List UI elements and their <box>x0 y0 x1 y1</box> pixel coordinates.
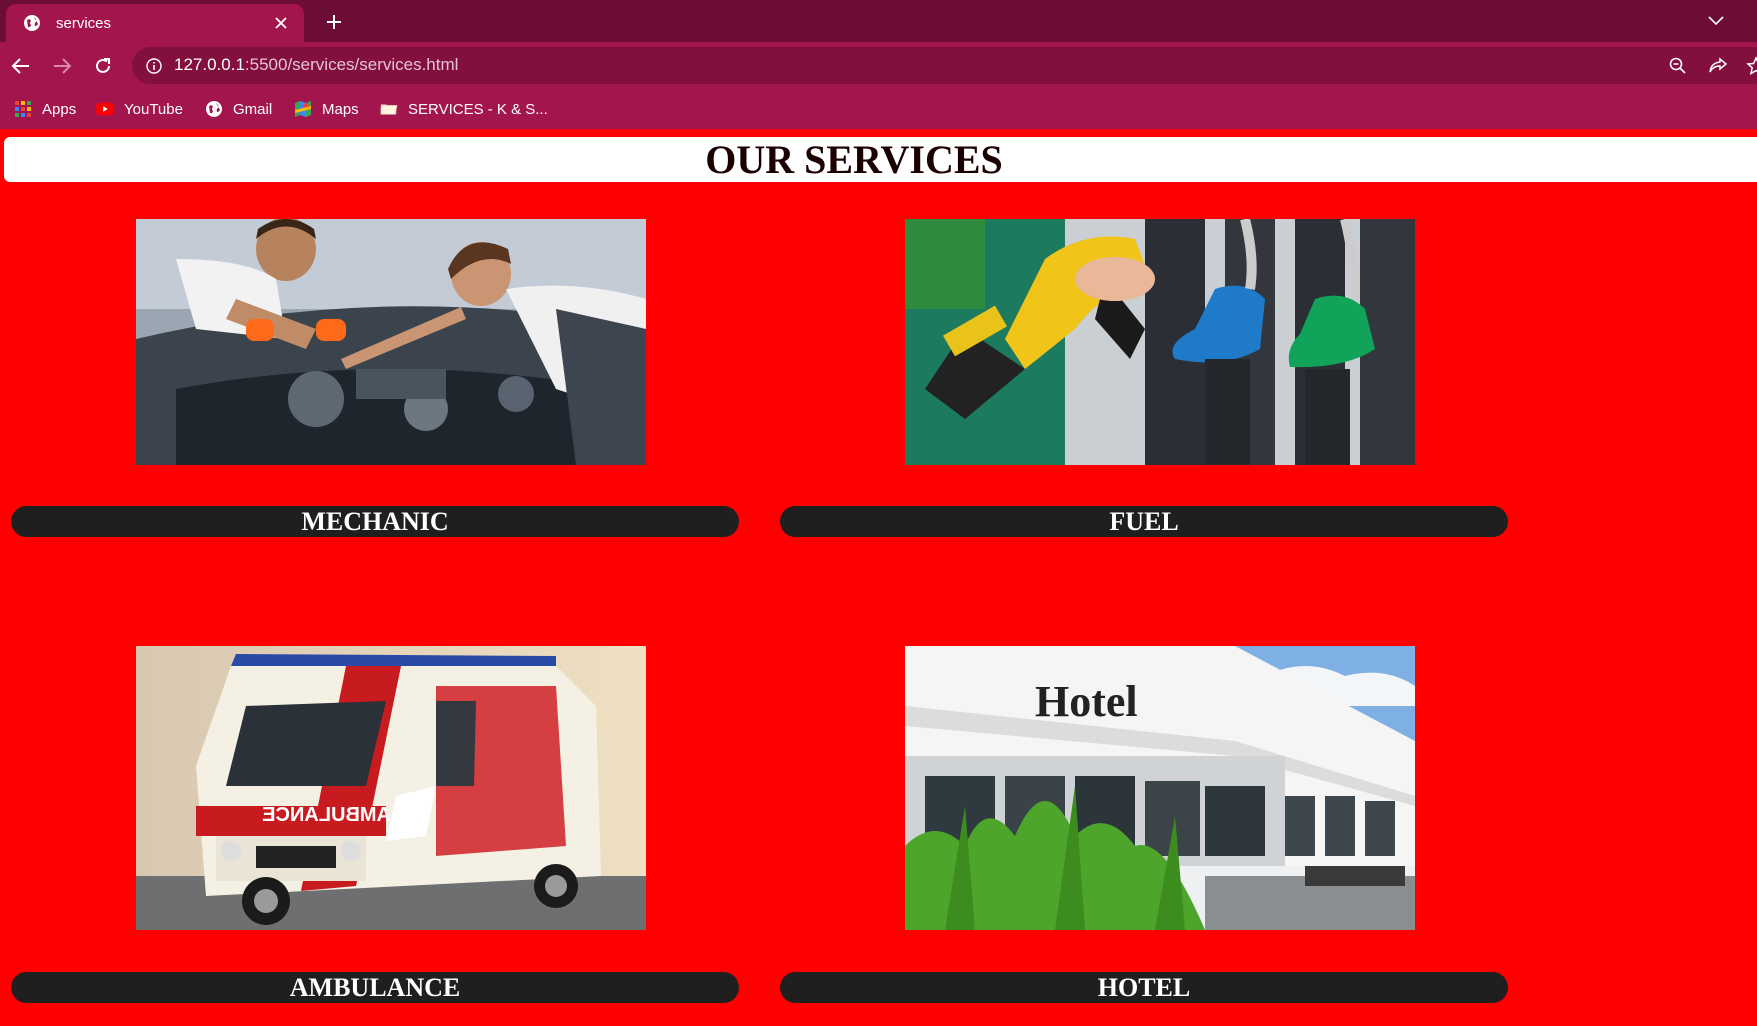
bookmark-label: Gmail <box>233 100 273 118</box>
service-label: MECHANIC <box>301 506 449 536</box>
globe-icon <box>205 100 223 118</box>
url-path: :5500/services/services.html <box>244 55 459 74</box>
bookmark-label: Apps <box>42 100 77 118</box>
svg-text:Hotel: Hotel <box>1035 677 1138 726</box>
bookmark-label: YouTube <box>124 100 183 118</box>
bookmark-services[interactable]: SERVICES - K & S... <box>380 97 548 121</box>
bookmarks-bar: Apps YouTube Gmail Maps SERVICES - K & S… <box>0 89 1757 129</box>
fuel-image <box>905 219 1415 465</box>
page-header: OUR SERVICES <box>4 137 1757 182</box>
bookmark-maps[interactable]: Maps <box>294 97 359 121</box>
youtube-icon <box>96 100 114 118</box>
apps-grid-icon <box>14 100 32 118</box>
star-icon[interactable] <box>1745 55 1757 77</box>
ambulance-image: AMBULANCE <box>136 646 646 930</box>
browser-toolbar: 127.0.0.1:5500/services/services.html <box>0 42 1757 89</box>
service-card-mechanic[interactable]: MECHANIC <box>11 506 739 537</box>
service-label: HOTEL <box>1097 972 1191 1002</box>
bookmark-youtube[interactable]: YouTube <box>96 97 183 121</box>
bookmark-label: Maps <box>322 100 359 118</box>
maps-icon <box>294 100 312 118</box>
page-content: OUR SERVICES MECHANIC FUEL AMBULANCE Hot… <box>0 129 1757 1026</box>
browser-tab[interactable]: services <box>6 4 304 42</box>
info-icon[interactable] <box>144 56 164 76</box>
service-label: AMBULANCE <box>289 972 461 1002</box>
bookmark-apps[interactable]: Apps <box>14 97 76 121</box>
close-icon[interactable] <box>270 12 292 34</box>
url-text: 127.0.0.1:5500/services/services.html <box>174 55 458 75</box>
page-title: OUR SERVICES <box>705 137 1003 182</box>
reload-icon[interactable] <box>88 51 118 81</box>
url-host: 127.0.0.1 <box>174 55 245 74</box>
globe-icon <box>22 13 42 33</box>
folder-icon <box>380 100 398 118</box>
mechanic-image <box>136 219 646 465</box>
share-icon[interactable] <box>1707 55 1729 77</box>
chevron-down-icon[interactable] <box>1703 8 1729 34</box>
forward-arrow-icon[interactable] <box>47 51 77 81</box>
service-label: FUEL <box>1109 506 1179 536</box>
service-card-ambulance[interactable]: AMBULANCE <box>11 972 739 1003</box>
bookmark-label: SERVICES - K & S... <box>408 100 548 118</box>
back-arrow-icon[interactable] <box>6 51 36 81</box>
service-card-fuel[interactable]: FUEL <box>780 506 1508 537</box>
svg-text:AMBULANCE: AMBULANCE <box>262 804 391 826</box>
tab-strip: services <box>0 0 1757 42</box>
bookmark-gmail[interactable]: Gmail <box>205 97 272 121</box>
service-card-hotel[interactable]: HOTEL <box>780 972 1508 1003</box>
address-bar[interactable]: 127.0.0.1:5500/services/services.html <box>132 47 1757 84</box>
zoom-icon[interactable] <box>1667 55 1689 77</box>
tab-title: services <box>56 14 112 32</box>
new-tab-button[interactable] <box>320 8 348 36</box>
hotel-image: Hotel <box>905 646 1415 930</box>
